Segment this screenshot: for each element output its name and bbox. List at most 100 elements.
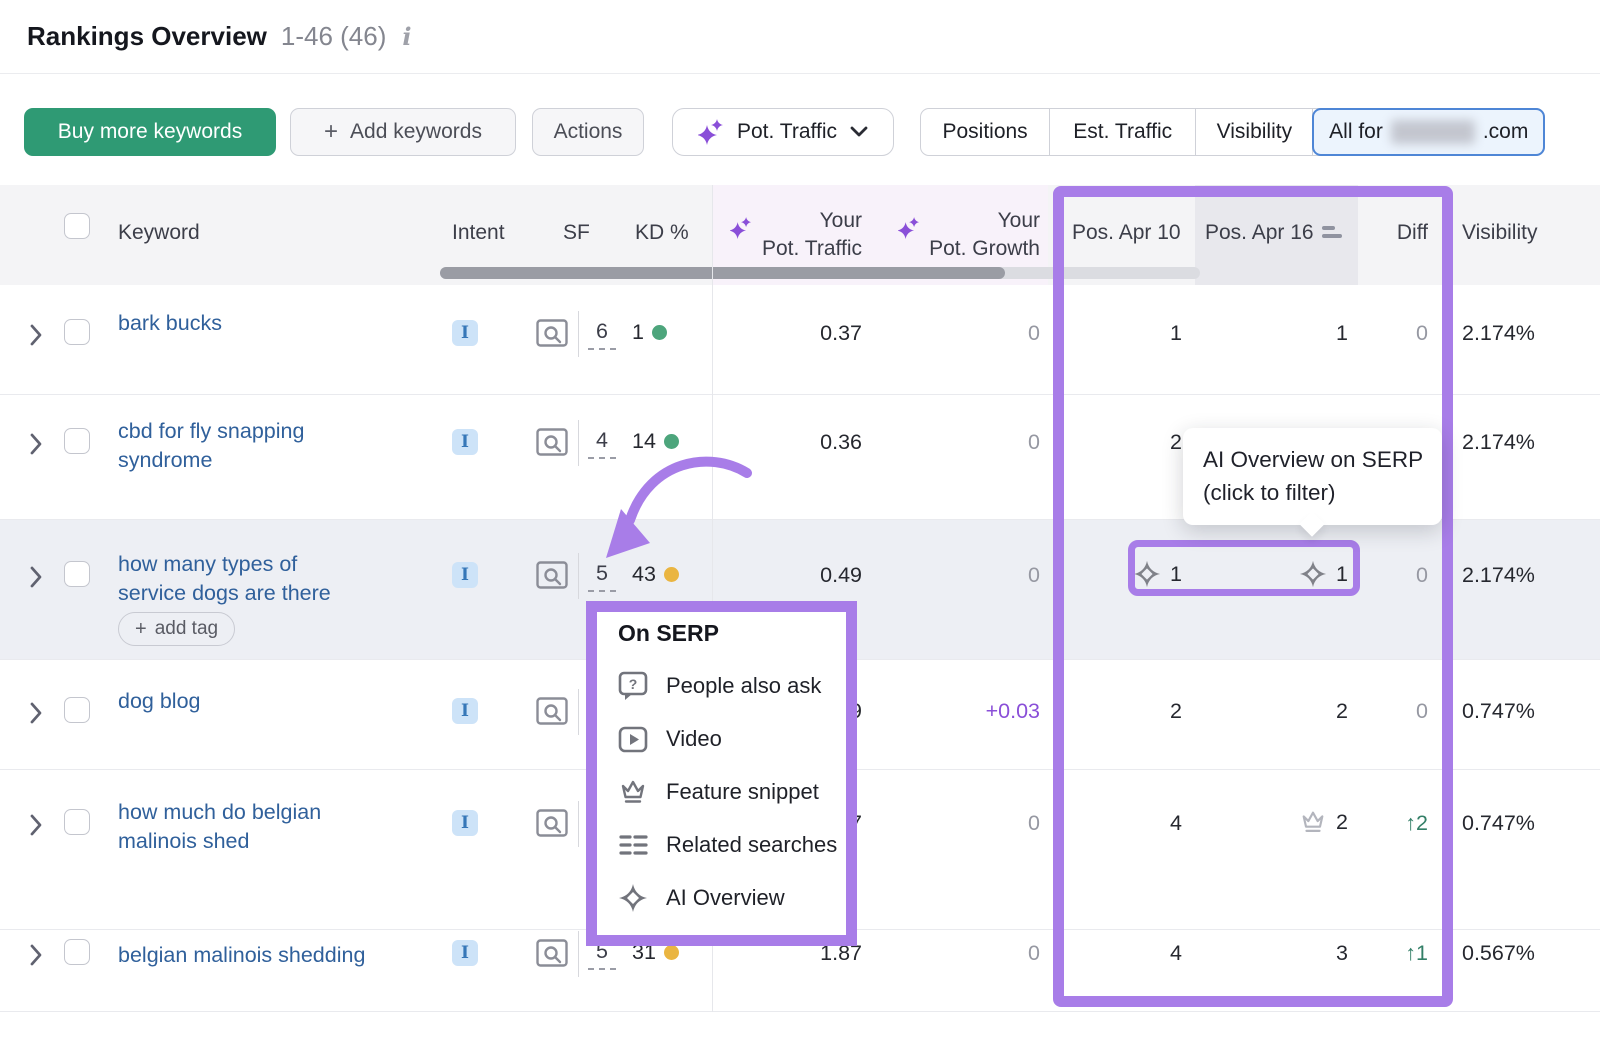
col-pos-apr10[interactable]: Pos. Apr 10	[1072, 221, 1181, 245]
pos-apr10-value[interactable]: 1	[1062, 560, 1182, 588]
info-icon[interactable]: i	[402, 22, 411, 51]
pot-traffic-value: 0.36	[712, 430, 862, 455]
pos-apr16-value[interactable]: 1	[1198, 560, 1348, 588]
intent-badge[interactable]: I	[452, 320, 478, 346]
pos-apr16-value: 1	[1198, 321, 1348, 346]
pos-apr10-value: 4	[1062, 941, 1182, 966]
keyword-link[interactable]: how many types of service dogs are there	[118, 550, 360, 608]
pot-growth-value: 0	[872, 430, 1040, 455]
row-checkbox[interactable]	[64, 561, 90, 587]
metric-dropdown[interactable]: Pot. Traffic	[672, 108, 894, 156]
tooltip-line-1: AI Overview on SERP	[1203, 443, 1442, 476]
intent-badge[interactable]: I	[452, 698, 478, 724]
expand-row-icon[interactable]	[30, 324, 44, 346]
visibility-value: 2.174%	[1462, 321, 1535, 346]
expand-row-icon[interactable]	[30, 433, 44, 455]
col-kd[interactable]: KD %	[635, 221, 689, 245]
serp-preview-icon[interactable]	[536, 428, 568, 456]
tab-visibility[interactable]: Visibility	[1196, 109, 1313, 155]
col-visibility[interactable]: Visibility	[1462, 221, 1537, 245]
row-checkbox[interactable]	[64, 809, 90, 835]
ai-overview-icon	[1133, 560, 1161, 588]
col-pot-traffic[interactable]: Your Pot. Traffic	[740, 207, 862, 263]
kd-difficulty-dot	[664, 434, 679, 449]
row-checkbox[interactable]	[64, 319, 90, 345]
expand-row-icon[interactable]	[30, 814, 44, 836]
serp-preview-icon[interactable]	[536, 697, 568, 725]
select-all-checkbox[interactable]	[64, 213, 90, 239]
serp-preview-icon[interactable]	[536, 809, 568, 837]
diff-value: ↑1	[1358, 941, 1428, 966]
tab-all-for-domain[interactable]: All for .com	[1312, 108, 1545, 156]
intent-badge[interactable]: I	[452, 940, 478, 966]
pot-growth-value: 0	[872, 563, 1040, 588]
actions-button[interactable]: Actions	[532, 108, 644, 156]
buy-more-keywords-button[interactable]: Buy more keywords	[24, 108, 276, 156]
keyword-link[interactable]: belgian malinois shedding	[118, 941, 418, 970]
sort-descending-icon[interactable]	[1322, 225, 1344, 241]
pos-apr16-value: 3	[1198, 941, 1348, 966]
pot-traffic-value: 0.49	[712, 563, 862, 588]
col-sf[interactable]: SF	[563, 221, 590, 245]
col-pos-apr16[interactable]: Pos. Apr 16	[1205, 221, 1314, 245]
svg-text:?: ?	[629, 676, 638, 692]
add-tag-button[interactable]: +add tag	[118, 612, 235, 646]
tab-est-traffic[interactable]: Est. Traffic	[1050, 109, 1196, 155]
blurred-domain	[1391, 120, 1475, 144]
expand-row-icon[interactable]	[30, 566, 44, 588]
col-pot-growth[interactable]: Your Pot. Growth	[908, 207, 1040, 263]
featured-snippet-crown-icon	[1299, 808, 1327, 836]
popup-item-feature-snippet[interactable]: Feature snippet	[618, 765, 840, 818]
ai-overview-icon	[618, 883, 648, 913]
keyword-link[interactable]: cbd for fly snapping syndrome	[118, 417, 360, 475]
add-keywords-button[interactable]: + Add keywords	[290, 108, 516, 156]
diff-value: ↑2	[1358, 811, 1428, 836]
rankings-overview-page: Rankings Overview 1-46 (46) i Buy more k…	[0, 0, 1600, 1042]
visibility-value: 2.174%	[1462, 563, 1535, 588]
visibility-value: 0.747%	[1462, 811, 1535, 836]
pot-traffic-value: 0.37	[712, 321, 862, 346]
intent-badge[interactable]: I	[452, 562, 478, 588]
serp-preview-icon[interactable]	[536, 319, 568, 347]
popup-item-video[interactable]: Video	[618, 712, 840, 765]
serp-features-count[interactable]: 4	[588, 428, 616, 459]
serp-features-count[interactable]: 6	[588, 319, 616, 350]
expand-row-icon[interactable]	[30, 702, 44, 724]
popup-item-ai-overview[interactable]: AI Overview	[618, 871, 840, 924]
intent-badge[interactable]: I	[452, 429, 478, 455]
row-checkbox[interactable]	[64, 697, 90, 723]
horizontal-scrollbar[interactable]	[440, 267, 1200, 279]
intent-badge[interactable]: I	[452, 810, 478, 836]
visibility-value: 0.567%	[1462, 941, 1535, 966]
col-intent[interactable]: Intent	[452, 221, 505, 245]
popup-item-list: ? People also ask Video Feature snippet …	[618, 659, 840, 924]
kd-difficulty-dot	[652, 325, 667, 340]
popup-item-people-also-ask[interactable]: ? People also ask	[618, 659, 840, 712]
row-checkbox[interactable]	[64, 428, 90, 454]
row-checkbox[interactable]	[64, 939, 90, 965]
kd-cell: 1	[632, 320, 667, 345]
keyword-link[interactable]: how much do belgian malinois shed	[118, 798, 360, 856]
scrollbar-thumb[interactable]	[440, 267, 1005, 279]
feature-snippet-icon	[618, 777, 648, 807]
pos-apr10-value: 4	[1062, 811, 1182, 836]
plus-icon: +	[324, 120, 338, 144]
pos-apr10-value: 1	[1062, 321, 1182, 346]
page-title: Rankings Overview	[27, 21, 267, 52]
diff-value: 0	[1358, 699, 1428, 724]
col-keyword[interactable]: Keyword	[118, 221, 200, 245]
popup-item-related-searches[interactable]: Related searches	[618, 818, 840, 871]
kd-cell: 14	[632, 429, 679, 454]
divider	[578, 801, 579, 847]
tab-positions[interactable]: Positions	[921, 109, 1050, 155]
keyword-link[interactable]: dog blog	[118, 687, 360, 716]
keyword-link[interactable]: bark bucks	[118, 309, 360, 338]
pot-growth-value: +0.03	[872, 699, 1040, 724]
serp-features-count[interactable]: 5	[588, 561, 616, 592]
serp-preview-icon[interactable]	[536, 561, 568, 589]
expand-row-icon[interactable]	[30, 944, 44, 966]
table-row: bark bucks I 6 1 0.37 0 1 1 0 2.174%	[0, 285, 1600, 395]
pot-growth-value: 0	[872, 941, 1040, 966]
serp-preview-icon[interactable]	[536, 939, 568, 967]
col-diff[interactable]: Diff	[1360, 221, 1428, 245]
